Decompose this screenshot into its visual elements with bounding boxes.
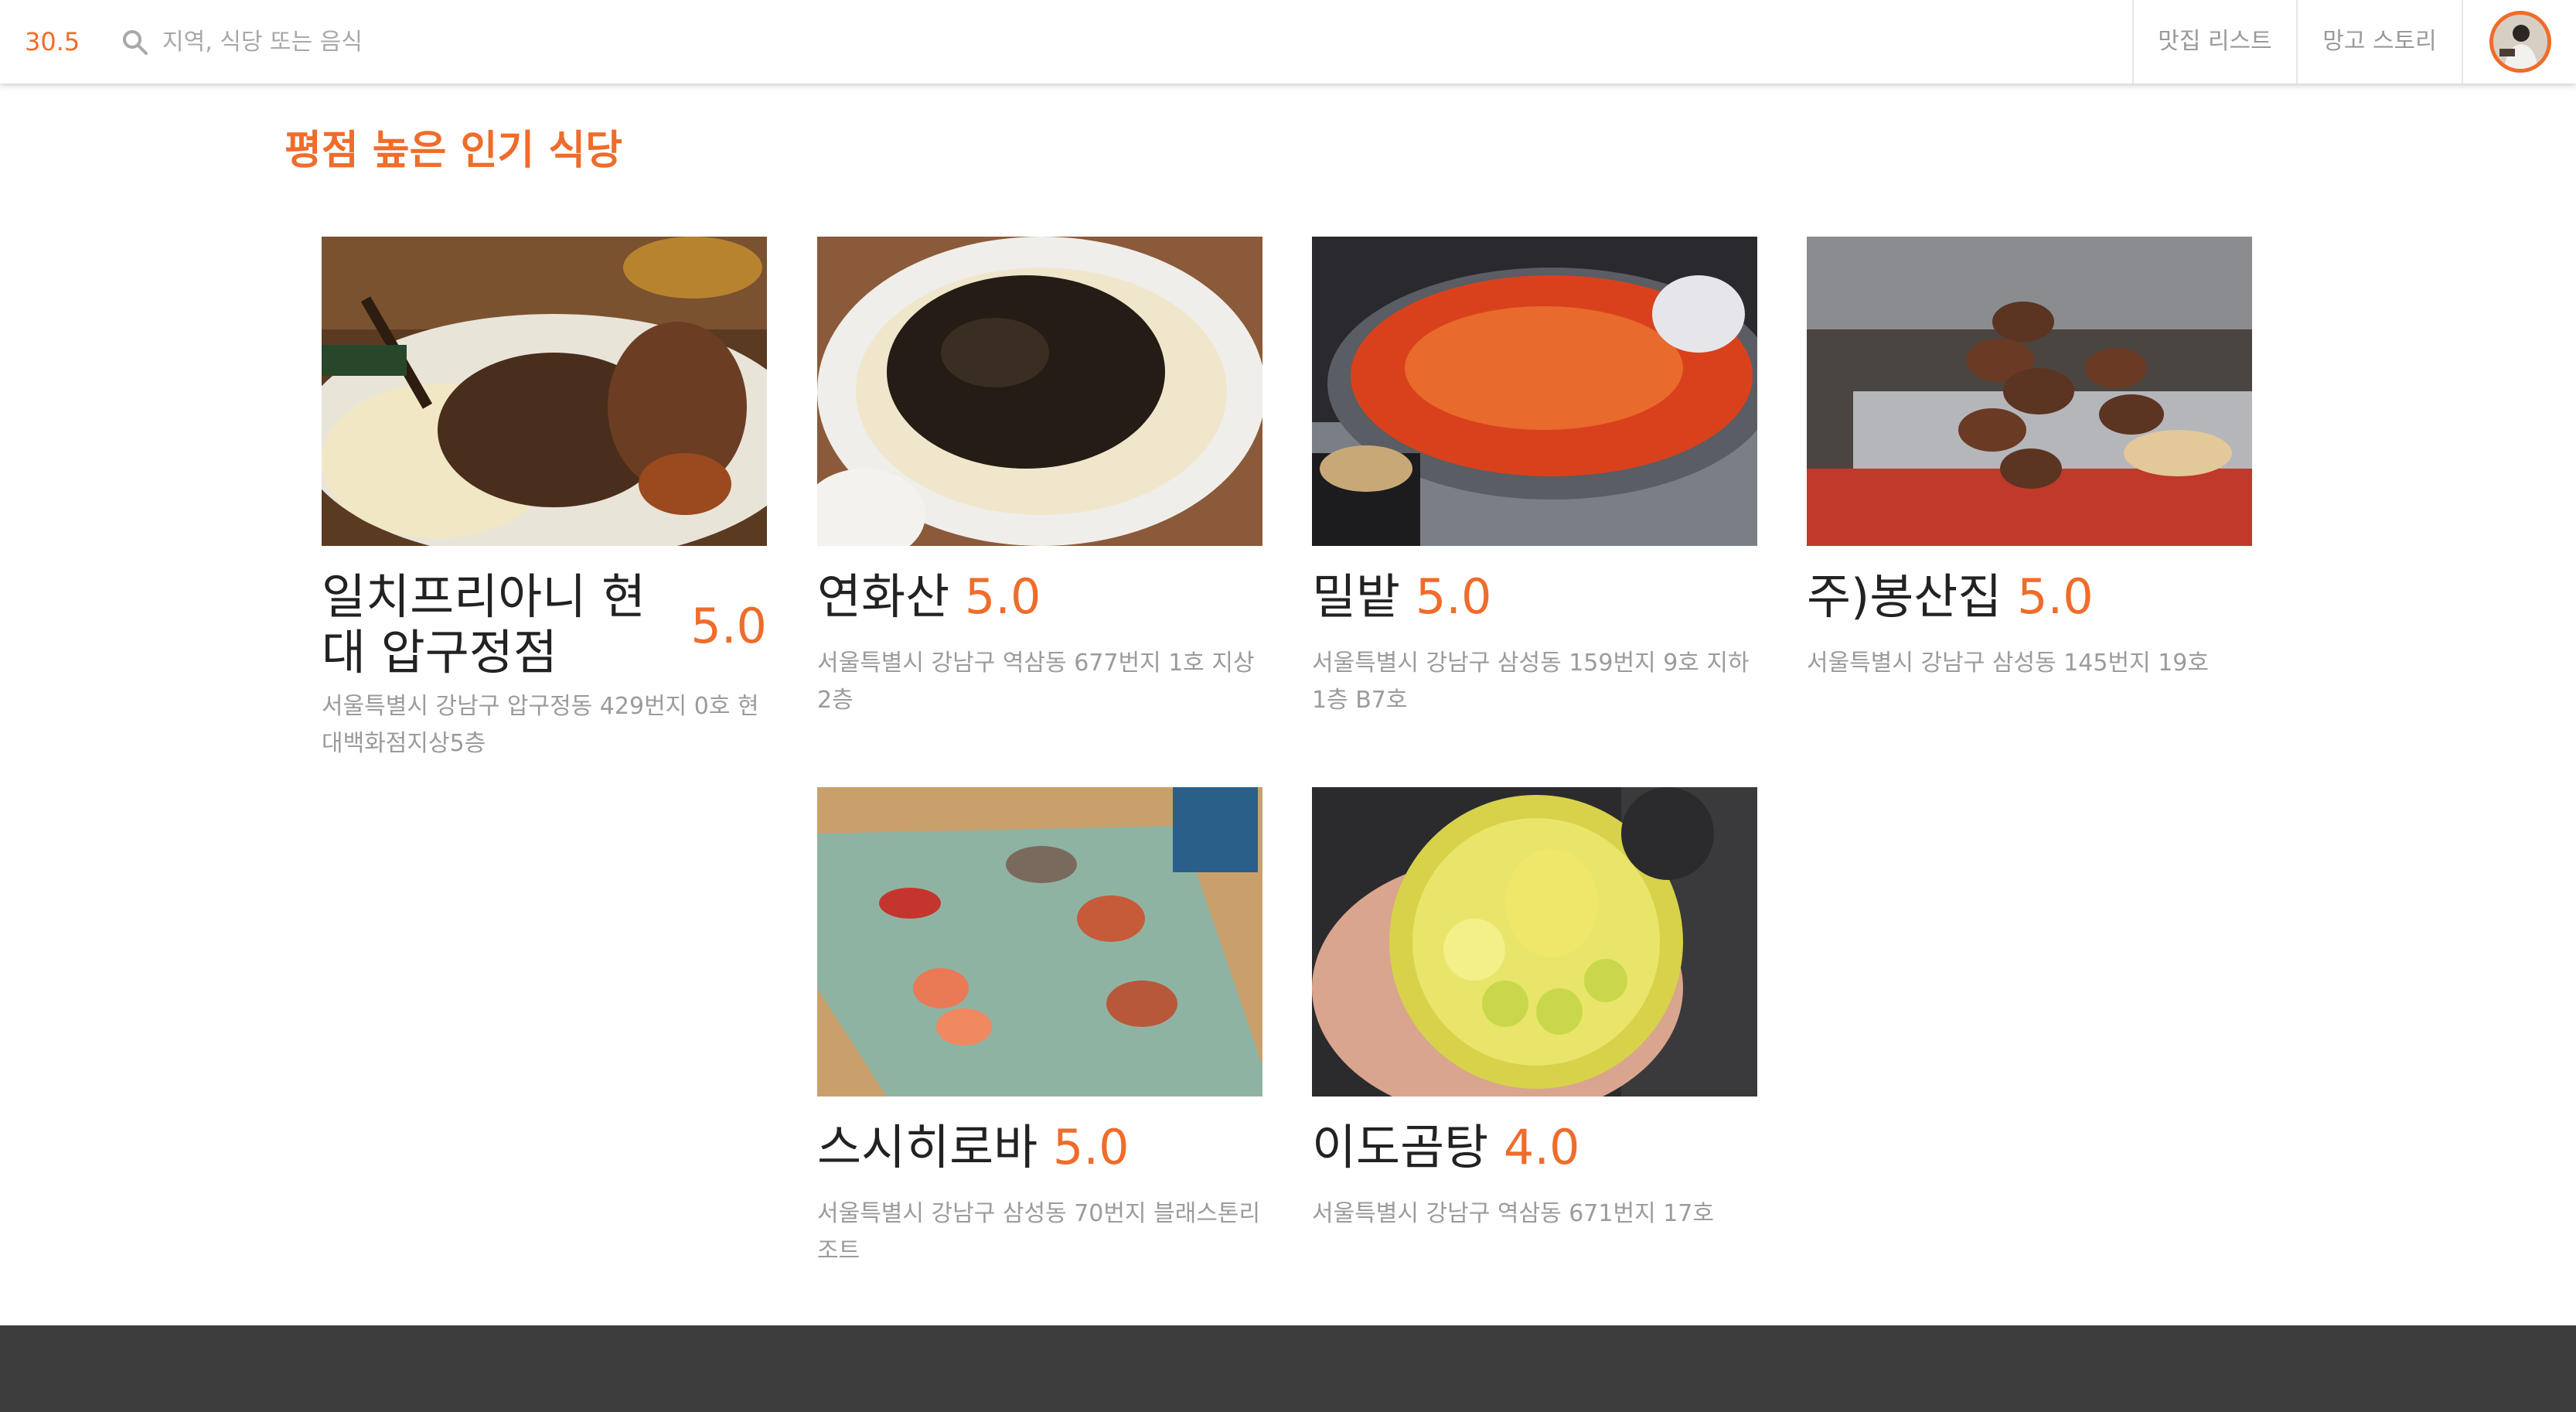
restaurant-photo[interactable] (1807, 237, 2252, 546)
search-bar[interactable] (121, 23, 816, 60)
restaurant-address: 서울특별시 강남구 삼성동 145번지 19호 (1807, 650, 2209, 677)
user-photo (2493, 15, 2547, 69)
restaurant-rating: 5.0 (964, 568, 1041, 625)
restaurant-rating: 5.0 (1052, 1119, 1130, 1175)
restaurant-title[interactable]: 스시히로바 5.0 (817, 1120, 1262, 1175)
restaurant-title[interactable]: 주)봉산집 5.0 (1807, 569, 2252, 625)
restaurant-photo[interactable] (817, 787, 1262, 1097)
restaurant-name[interactable]: 스시히로바 (817, 1119, 1038, 1175)
section-title: 평점 높은 인기 식당 (285, 128, 623, 174)
search-input[interactable] (162, 23, 781, 60)
restaurant-title[interactable]: 이도곰탕 4.0 (1312, 1120, 1757, 1175)
search-icon (123, 30, 148, 55)
restaurant-photo[interactable] (1312, 237, 1757, 546)
restaurant-address: 서울특별시 강남구 삼성동 70번지 블래스톤리조트 (817, 1200, 1261, 1264)
restaurant-name[interactable]: 주)봉산집 (1807, 568, 2002, 625)
restaurant-name[interactable]: 밀밭 (1312, 568, 1400, 625)
restaurant-title[interactable]: 연화산 5.0 (817, 569, 1262, 625)
restaurant-name[interactable]: 연화산 (817, 568, 949, 625)
restaurant-photo[interactable] (1312, 787, 1757, 1097)
restaurant-rating: 5.0 (1415, 568, 1492, 625)
page-footer (0, 1325, 2576, 1412)
user-avatar[interactable] (2489, 11, 2551, 73)
restaurant-address: 서울특별시 강남구 압구정동 429번지 0호 현대백화점지상5층 (322, 693, 759, 757)
restaurant-address: 서울특별시 강남구 삼성동 159번지 9호 지하1층 B7호 (1312, 650, 1750, 714)
nav-mango-story[interactable]: 망고 스토리 (2296, 0, 2462, 84)
restaurant-name[interactable]: 이도곰탕 (1312, 1119, 1488, 1175)
restaurant-photo[interactable] (817, 237, 1262, 546)
restaurant-rating: 4.0 (1503, 1119, 1580, 1175)
restaurant-name[interactable]: 일치프리아니 현대 압구정점 (322, 569, 685, 680)
restaurant-rating: 5.0 (2017, 568, 2094, 625)
avatar-container (2462, 0, 2576, 84)
restaurant-photo[interactable] (322, 237, 767, 546)
restaurant-title[interactable]: 밀밭 5.0 (1312, 569, 1757, 625)
restaurant-title[interactable]: 일치프리아니 현대 압구정점 5.0 (322, 569, 767, 680)
top-header: 30.5 맛집 리스트 망고 스토리 (0, 0, 2576, 84)
restaurant-rating: 5.0 (690, 598, 767, 654)
restaurant-address: 서울특별시 강남구 역삼동 671번지 17호 (1312, 1200, 1714, 1227)
nav-restaurant-list[interactable]: 맛집 리스트 (2132, 0, 2296, 84)
restaurant-address: 서울특별시 강남구 역삼동 677번지 1호 지상2층 (817, 650, 1255, 714)
logo[interactable]: 30.5 (25, 26, 80, 57)
